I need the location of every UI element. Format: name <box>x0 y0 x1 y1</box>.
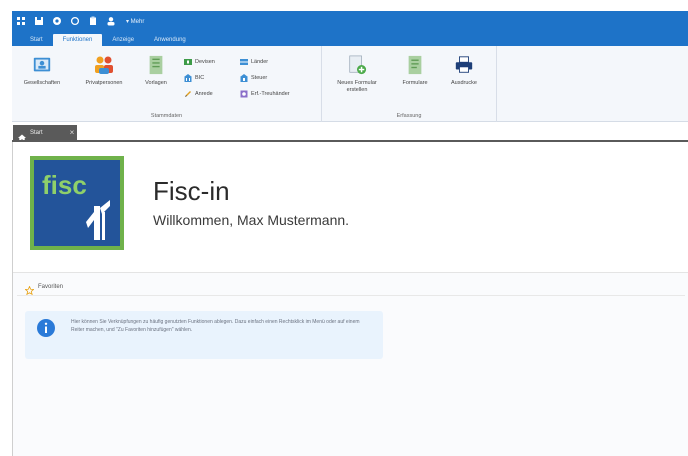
ribbon-group-stammdaten: Gesellschaften Privatpersonen Vorlagen D… <box>12 46 322 122</box>
document-tab-label: Start <box>30 129 43 136</box>
favorites-label: Favoriten <box>38 283 64 290</box>
bank-icon <box>184 73 192 82</box>
ribbon-panel: Gesellschaften Privatpersonen Vorlagen D… <box>12 46 688 122</box>
tab-start[interactable]: Start <box>20 34 53 46</box>
new-form-icon <box>346 54 368 76</box>
vorlagen-button[interactable]: Vorlagen <box>136 54 176 87</box>
favorites-header: Favoriten <box>24 282 64 296</box>
document-tab-bar: Start × <box>12 122 688 142</box>
globe-icon[interactable] <box>52 16 62 26</box>
refresh-icon[interactable] <box>70 16 80 26</box>
favorites-divider <box>17 295 685 296</box>
laender-button[interactable]: Länder <box>240 57 268 66</box>
steuer-button[interactable]: Steuer <box>240 73 267 82</box>
info-icon <box>37 319 55 337</box>
ribbon-tab-row: Start Funktionen Anzeige Anwendung <box>12 31 688 46</box>
tab-funktionen[interactable]: Funktionen <box>52 34 103 46</box>
templates-icon <box>145 54 167 76</box>
privatpersonen-button[interactable]: Privatpersonen <box>76 54 132 87</box>
bic-button[interactable]: BIC <box>184 73 204 82</box>
treuhaender-button[interactable]: Erf.-Treuhänder <box>240 89 290 98</box>
fisc-logo: fisc <box>30 156 124 250</box>
app-icon[interactable] <box>16 16 26 26</box>
trustee-icon <box>240 90 248 98</box>
quick-access-dropdown[interactable]: ▾ Mehr <box>126 18 144 25</box>
welcome-message: Willkommen, Max Mustermann. <box>153 212 350 228</box>
tab-anwendung[interactable]: Anwendung <box>144 34 196 46</box>
new-form-button[interactable]: Neues Formular erstellen <box>328 54 386 94</box>
favorites-info-text: Hier können Sie Verknüpfungen zu häufig … <box>71 319 360 333</box>
tax-icon <box>240 73 248 82</box>
app-title: Fisc-in <box>153 176 230 206</box>
pen-icon <box>184 90 192 98</box>
save-icon[interactable] <box>34 16 44 26</box>
forms-icon <box>404 54 426 76</box>
printer-icon <box>453 54 475 76</box>
persons-icon <box>93 54 115 76</box>
gesellschaften-button[interactable]: Gesellschaften <box>10 54 74 87</box>
close-icon[interactable]: × <box>67 128 77 137</box>
tab-anzeige[interactable]: Anzeige <box>102 34 144 46</box>
user-icon[interactable] <box>106 16 116 26</box>
favorites-section: Favoriten Hier können Sie Verknüpfungen … <box>13 272 688 456</box>
home-icon <box>18 129 26 142</box>
ribbon-group-label-erfassung: Erfassung <box>396 113 422 119</box>
document-tab-start[interactable]: Start × <box>13 125 77 142</box>
formulare-button[interactable]: Formulare <box>394 54 436 87</box>
logo-text: fisc <box>42 170 87 200</box>
clipboard-icon[interactable] <box>88 16 98 26</box>
currency-icon <box>184 58 192 66</box>
quick-access-toolbar: ▾ Mehr <box>12 11 688 31</box>
star-icon <box>24 282 35 296</box>
ribbon-group-label-stammdaten: Stammdaten <box>150 113 183 119</box>
company-icon <box>31 54 53 76</box>
favorites-info-box: Hier können Sie Verknüpfungen zu häufig … <box>25 311 383 359</box>
devisen-button[interactable]: Devisen <box>184 57 215 66</box>
flag-icon <box>240 58 248 66</box>
ribbon-group-erfassung: Neues Formular erstellen Formulare Ausdr… <box>322 46 497 122</box>
start-page: fisc Fisc-in Willkommen, Max Mustermann.… <box>12 142 688 456</box>
anrede-button[interactable]: Anrede <box>184 89 213 98</box>
ausdrucke-button[interactable]: Ausdrucke <box>442 54 486 87</box>
